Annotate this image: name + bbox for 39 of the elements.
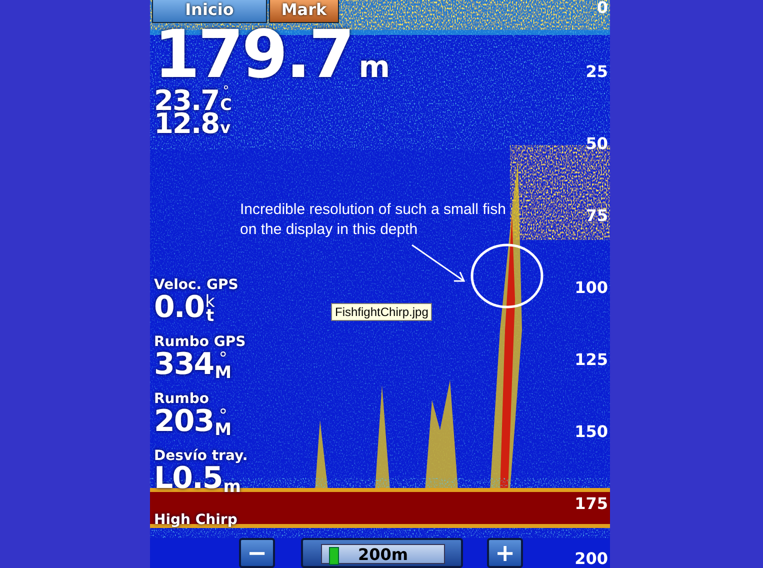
depth-scale-label: 25 xyxy=(586,64,608,80)
depth-scale-label: 150 xyxy=(574,424,608,440)
field-label: Rumbo GPS xyxy=(154,335,247,350)
temperature-unit: C xyxy=(220,97,232,112)
depth-scale-label: 125 xyxy=(574,352,608,368)
tooltip: FishfightChirp.jpg xyxy=(331,303,432,321)
depth-scale-label: 50 xyxy=(586,136,608,152)
depth-scale-label: 200 xyxy=(574,551,608,567)
field-unit: t xyxy=(206,309,214,323)
field-value: 334 xyxy=(154,350,214,380)
field-unit: M xyxy=(214,366,232,380)
field-label: Veloc. GPS xyxy=(154,278,240,293)
field-label: Rumbo xyxy=(154,392,210,407)
zoom-in-button[interactable]: + xyxy=(487,538,523,568)
slider-thumb[interactable] xyxy=(329,547,340,565)
arrow xyxy=(412,244,466,282)
temperature-value: 23.7 xyxy=(154,89,220,112)
voltage-unit: v xyxy=(220,120,231,135)
field-label: Desvío tray. xyxy=(154,449,248,464)
field-unit-mark: ° xyxy=(218,409,228,423)
depth-unit: m xyxy=(358,50,390,86)
voltage-value: 12.8 xyxy=(154,112,220,135)
annotation-text: Incredible resolution of such a small fish on the display in this depth xyxy=(240,200,507,240)
depth-value: 179.7 xyxy=(154,24,353,86)
temperature-unit-mark: ° xyxy=(222,86,230,97)
tab[interactable]: Mark xyxy=(269,0,339,23)
field-value: 203 xyxy=(154,407,214,437)
field-unit: M xyxy=(214,423,232,437)
field-value: L0.5 xyxy=(154,464,222,494)
depth-scale-label: 100 xyxy=(574,280,608,296)
range-value: 200m xyxy=(358,544,408,564)
tab[interactable]: Inicio xyxy=(152,0,267,23)
frequency-label: High Chirp xyxy=(154,512,238,528)
field-unit-mark: ° xyxy=(218,352,228,366)
field-value: 0.0 xyxy=(154,293,204,323)
zoom-out-button[interactable]: − xyxy=(239,538,275,568)
field-unit-mark: k xyxy=(205,295,216,309)
depth-scale-label: 175 xyxy=(574,496,608,512)
range-slider[interactable]: 200m xyxy=(321,544,445,564)
